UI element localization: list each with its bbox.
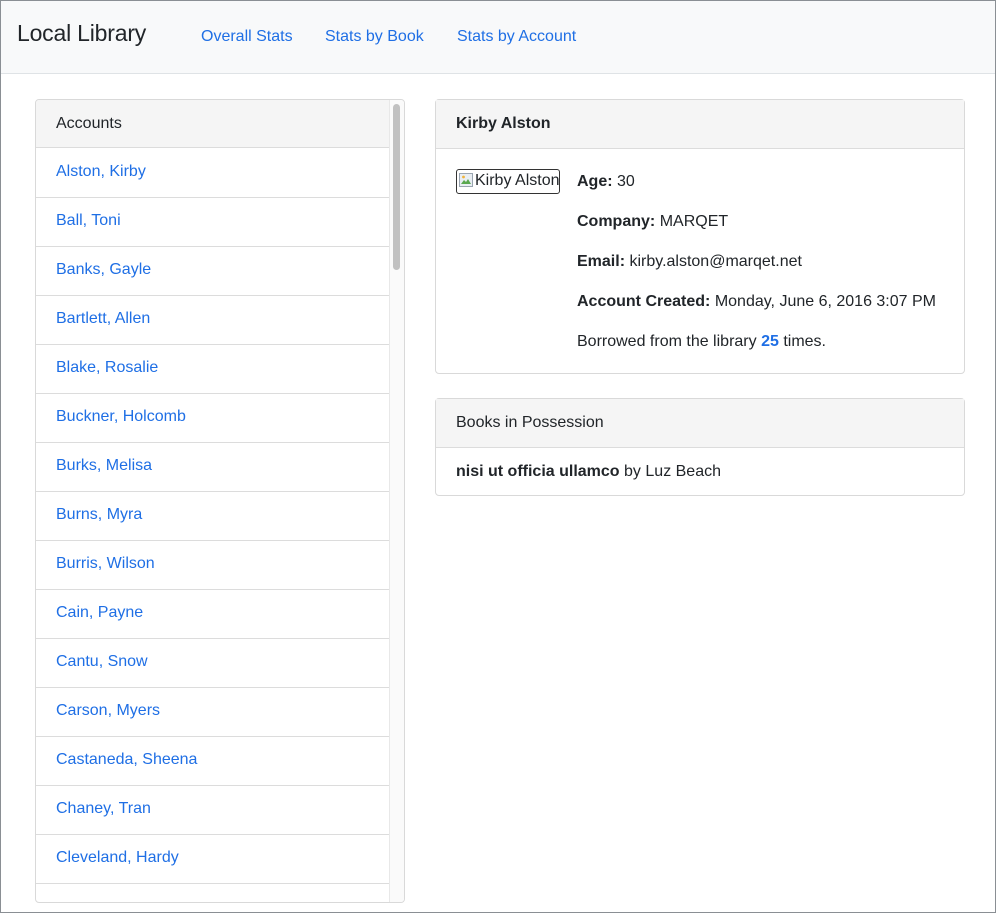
brand-title[interactable]: Local Library [17, 20, 146, 47]
account-item[interactable]: Cain, Payne [36, 590, 389, 639]
account-item[interactable]: Cleveland, Hardy [36, 835, 389, 884]
broken-image-icon [459, 173, 473, 187]
email-line: Email: kirby.alston@marqet.net [577, 253, 802, 271]
account-item[interactable]: Burks, Melisa [36, 443, 389, 492]
created-line: Account Created: Monday, June 6, 2016 3:… [577, 293, 936, 311]
age-line: Age: 30 [577, 173, 635, 191]
borrowed-prefix: Borrowed from the library [577, 333, 757, 350]
email-value: kirby.alston@marqet.net [629, 253, 802, 270]
nav-overall-stats[interactable]: Overall Stats [201, 28, 293, 46]
accounts-panel: Accounts Alston, Kirby Ball, Toni Banks,… [35, 99, 405, 903]
nav-stats-by-book[interactable]: Stats by Book [325, 28, 424, 46]
age-value: 30 [617, 173, 635, 190]
account-detail-card: Kirby Alston Kirby Alston Age: 30 Compan… [435, 99, 965, 374]
avatar: Kirby Alston [456, 169, 560, 194]
account-item[interactable]: Alston, Kirby [36, 149, 389, 198]
account-item[interactable]: Bartlett, Allen [36, 296, 389, 345]
account-item[interactable]: Blake, Rosalie [36, 345, 389, 394]
account-item[interactable]: Castaneda, Sheena [36, 737, 389, 786]
book-by: by [624, 463, 641, 480]
account-item[interactable]: Cantu, Snow [36, 639, 389, 688]
email-label: Email: [577, 253, 626, 270]
account-item[interactable]: Banks, Gayle [36, 247, 389, 296]
accounts-list: Alston, Kirby Ball, Toni Banks, Gayle Ba… [36, 149, 389, 884]
nav-stats-by-account[interactable]: Stats by Account [457, 28, 576, 46]
borrowed-count[interactable]: 25 [761, 333, 779, 350]
company-line: Company: MARQET [577, 213, 728, 231]
account-item[interactable]: Buckner, Holcomb [36, 394, 389, 443]
book-item: nisi ut officia ullamco by Luz Beach [456, 463, 721, 481]
borrowed-suffix: times. [783, 333, 826, 350]
accounts-scrollbar[interactable] [389, 100, 404, 902]
book-author: Luz Beach [645, 463, 721, 480]
account-item[interactable]: Chaney, Tran [36, 786, 389, 835]
borrowed-line: Borrowed from the library 25 times. [577, 333, 826, 351]
account-item[interactable]: Ball, Toni [36, 198, 389, 247]
accounts-header: Accounts [36, 100, 389, 148]
age-label: Age: [577, 173, 613, 190]
created-value: Monday, June 6, 2016 3:07 PM [714, 293, 936, 310]
books-header: Books in Possession [436, 399, 964, 448]
account-item[interactable]: Carson, Myers [36, 688, 389, 737]
avatar-alt-text: Kirby Alston [475, 172, 560, 189]
account-name-heading: Kirby Alston [436, 100, 964, 149]
created-label: Account Created: [577, 293, 711, 310]
navbar: Local Library Overall Stats Stats by Boo… [1, 1, 995, 74]
book-title: nisi ut officia ullamco [456, 463, 620, 480]
scrollbar-thumb[interactable] [393, 104, 400, 270]
company-label: Company: [577, 213, 656, 230]
books-in-possession-card: Books in Possession nisi ut officia ulla… [435, 398, 965, 496]
account-item[interactable]: Burns, Myra [36, 492, 389, 541]
account-item[interactable]: Burris, Wilson [36, 541, 389, 590]
company-value: MARQET [659, 213, 729, 230]
